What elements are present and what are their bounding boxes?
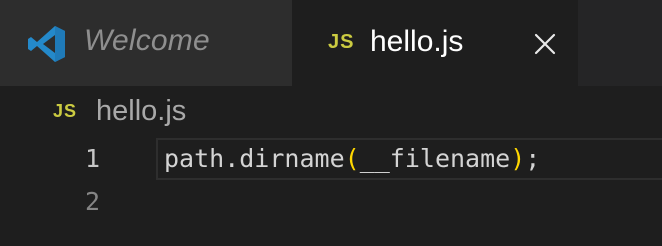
vscode-icon [28, 26, 65, 62]
tab-bar: Welcome JS hello.js [0, 0, 662, 86]
code-editor[interactable]: 1 2 path.dirname(__filename); [0, 136, 662, 246]
tab-hello-js[interactable]: JS hello.js [292, 0, 578, 86]
close-icon[interactable] [532, 31, 558, 57]
tab-welcome-label: Welcome [84, 24, 210, 57]
tab-welcome[interactable]: Welcome [0, 0, 292, 86]
code-token-paren: ( [344, 144, 360, 173]
breadcrumb-file-label[interactable]: hello.js [96, 95, 186, 128]
js-file-icon: JS [328, 31, 355, 53]
editor-window: Welcome JS hello.js JS hello.js 1 2 path… [0, 0, 662, 246]
code-token-call: path.dirname [164, 144, 345, 173]
tab-hello-js-label: hello.js [370, 25, 464, 58]
line-number: 2 [84, 187, 100, 216]
code-token-argument: __filename [359, 144, 511, 173]
code-line[interactable]: path.dirname(__filename); [164, 144, 540, 173]
js-file-icon: JS [53, 101, 78, 121]
line-number: 1 [84, 144, 100, 173]
code-token-paren: ) [510, 144, 526, 173]
code-token-semicolon: ; [525, 144, 541, 173]
breadcrumb: JS hello.js [0, 86, 662, 136]
